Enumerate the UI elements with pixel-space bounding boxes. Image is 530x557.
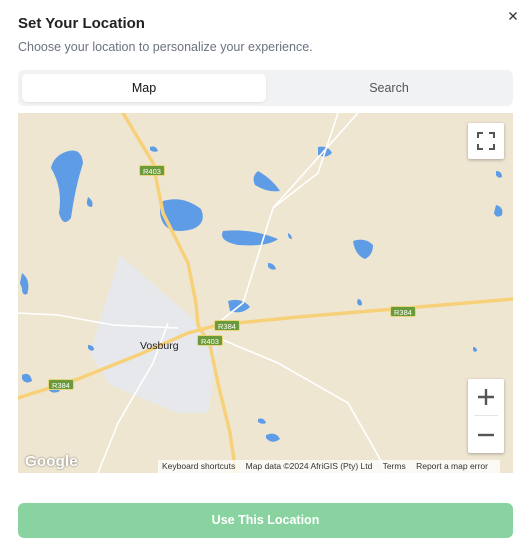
map-attribution: Keyboard shortcuts Map data ©2024 AfriGI… — [158, 460, 500, 473]
tab-bar: Map Search — [18, 70, 513, 106]
tab-search[interactable]: Search — [269, 74, 509, 102]
use-location-button[interactable]: Use This Location — [18, 503, 513, 538]
road-shield: R384 — [48, 379, 74, 390]
road-shield: R384 — [214, 320, 240, 331]
close-icon — [509, 12, 517, 20]
map-data-text: Map data ©2024 AfriGIS (Pty) Ltd — [245, 461, 373, 471]
fullscreen-button[interactable] — [468, 123, 504, 159]
fullscreen-icon — [477, 132, 495, 150]
map-canvas — [18, 113, 513, 473]
zoom-out-button[interactable] — [468, 417, 504, 453]
zoom-in-button[interactable] — [468, 379, 504, 415]
google-logo: Google — [25, 453, 78, 470]
tab-map[interactable]: Map — [22, 74, 266, 102]
map-view[interactable]: Vosburg R403 R384 R384 R403 R384 Google … — [18, 113, 513, 473]
road-shield: R384 — [390, 306, 416, 317]
dialog-subtitle: Choose your location to personalize your… — [18, 40, 313, 54]
plus-icon — [478, 389, 494, 405]
close-button[interactable] — [505, 8, 521, 24]
town-label: Vosburg — [140, 340, 179, 352]
zoom-control — [468, 379, 504, 453]
report-error-link[interactable]: Report a map error — [416, 461, 488, 471]
zoom-divider — [474, 415, 498, 416]
minus-icon — [478, 433, 494, 437]
terms-link[interactable]: Terms — [383, 461, 406, 471]
location-dialog: Set Your Location Choose your location t… — [0, 0, 530, 557]
dialog-title: Set Your Location — [18, 15, 145, 32]
keyboard-shortcuts-link[interactable]: Keyboard shortcuts — [162, 461, 235, 471]
road-shield: R403 — [197, 335, 223, 346]
road-shield: R403 — [139, 165, 165, 176]
